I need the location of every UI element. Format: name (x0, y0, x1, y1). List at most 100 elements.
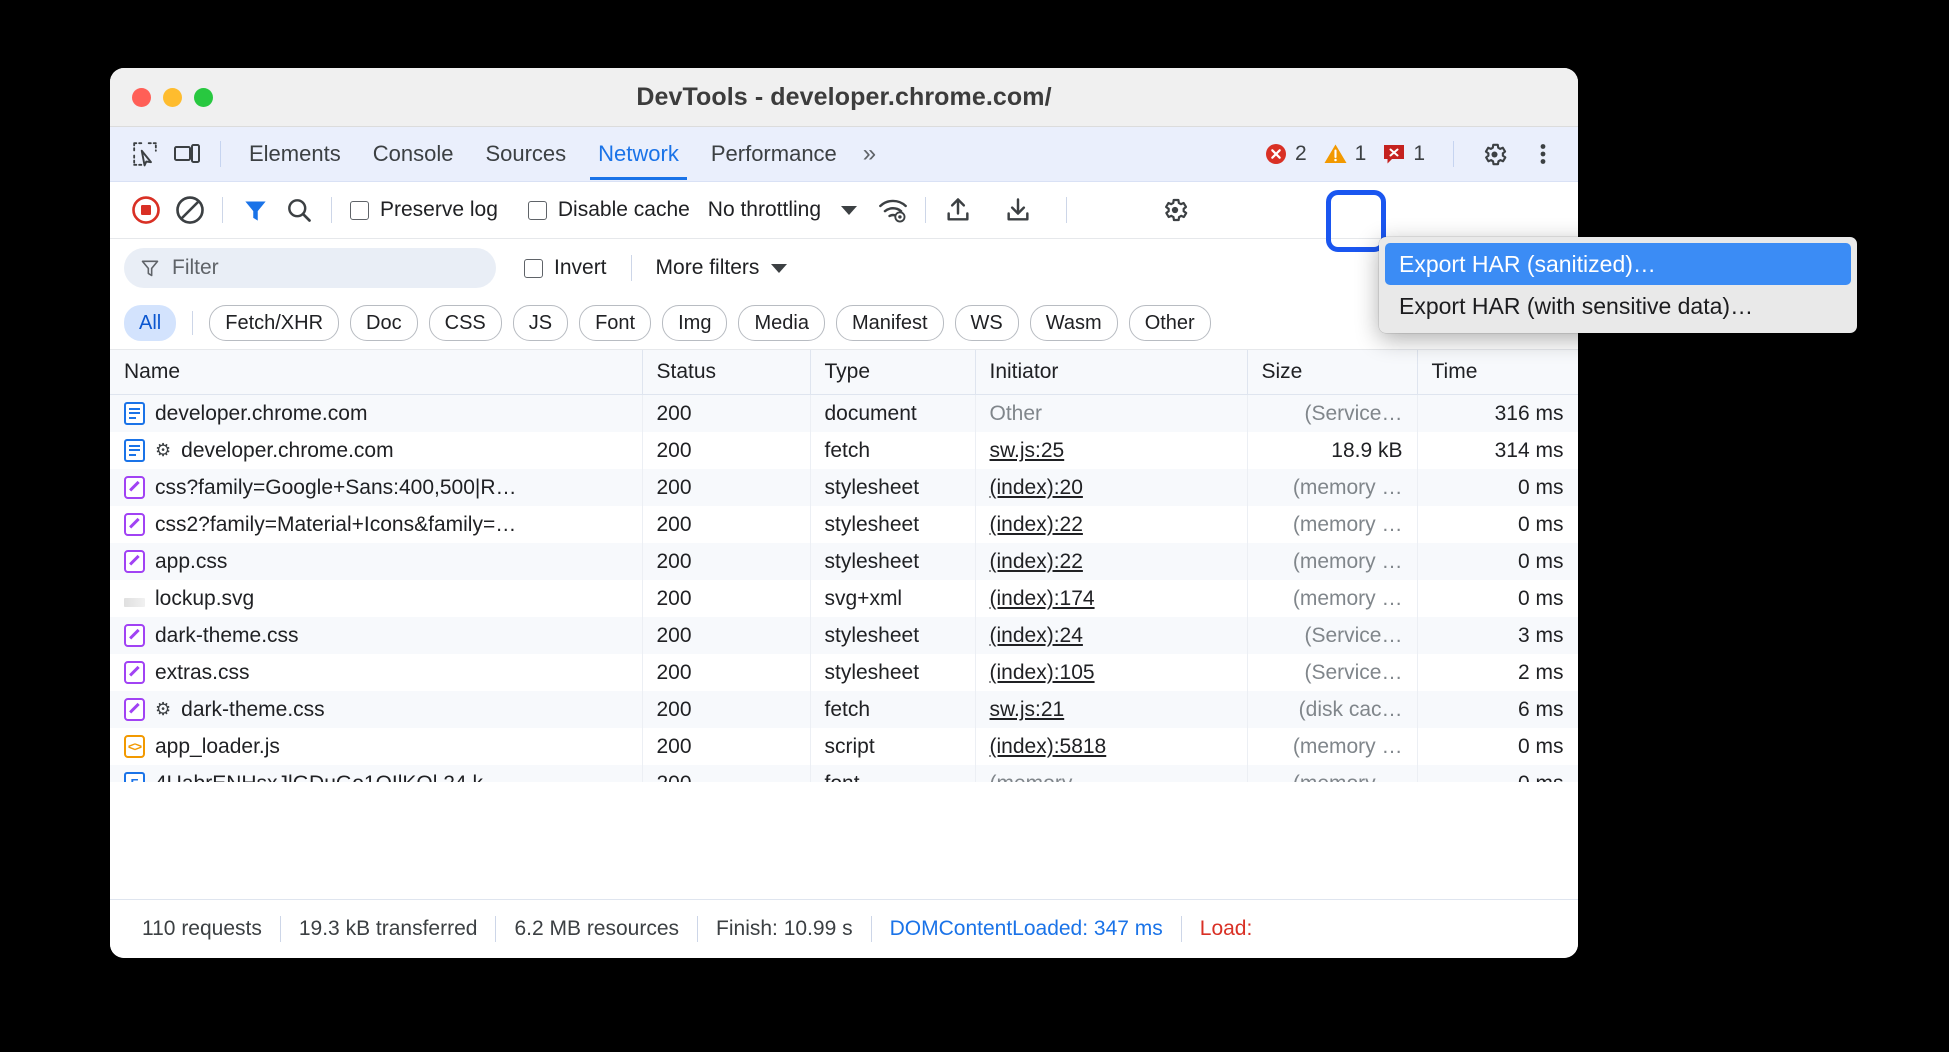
finish-time: Finish: 10.99 s (698, 917, 871, 941)
cell-size: (Service… (1247, 617, 1417, 654)
stylesheet-icon (124, 661, 145, 684)
cell-name[interactable]: lockup.svg (110, 580, 642, 617)
chip-media[interactable]: Media (738, 305, 824, 341)
cell-name[interactable]: app.css (110, 543, 642, 580)
request-name: developer.chrome.com (181, 439, 393, 463)
disable-cache-box[interactable] (528, 201, 547, 220)
cell-initiator[interactable]: sw.js:21 (975, 691, 1247, 728)
cell-name[interactable]: css2?family=Material+Icons&family=… (110, 506, 642, 543)
menu-item-export-har-sanitized[interactable]: Export HAR (sanitized)… (1385, 243, 1851, 285)
table-row[interactable]: app.css200stylesheet(index):22(memory …0… (110, 543, 1578, 580)
cell-initiator[interactable]: (index):105 (975, 654, 1247, 691)
cell-size: (memory … (1247, 469, 1417, 506)
cell-initiator[interactable]: (index):24 (975, 617, 1247, 654)
cell-initiator[interactable]: (index):174 (975, 580, 1247, 617)
invert-checkbox[interactable]: Invert (524, 256, 607, 280)
chip-img[interactable]: Img (662, 305, 727, 341)
cell-name[interactable]: developer.chrome.com (110, 395, 642, 433)
size-value: (memory … (1293, 772, 1403, 783)
cell-time: 2 ms (1417, 654, 1578, 691)
cell-name[interactable]: dark-theme.css (110, 617, 642, 654)
more-tabs-chevron-icon[interactable]: » (853, 140, 884, 168)
chip-ws[interactable]: WS (955, 305, 1019, 341)
kebab-menu-icon[interactable] (1522, 134, 1564, 174)
chip-js[interactable]: JS (513, 305, 568, 341)
column-header-size[interactable]: Size (1247, 350, 1417, 395)
chip-wasm[interactable]: Wasm (1030, 305, 1118, 341)
warning-count[interactable]: 1 (1323, 142, 1367, 166)
chip-doc[interactable]: Doc (350, 305, 418, 341)
column-header-time[interactable]: Time (1417, 350, 1578, 395)
table-row[interactable]: F4UabrENHsxJlGDuGo1OIlKQl.24.k200font(me… (110, 765, 1578, 782)
table-row[interactable]: extras.css200stylesheet(index):105(Servi… (110, 654, 1578, 691)
table-row[interactable]: css?family=Google+Sans:400,500|R…200styl… (110, 469, 1578, 506)
column-header-type[interactable]: Type (810, 350, 975, 395)
cell-size: (Service… (1247, 654, 1417, 691)
tab-network[interactable]: Network (582, 128, 695, 180)
export-har-context-menu: Export HAR (sanitized)… Export HAR (with… (1379, 237, 1857, 333)
chip-manifest[interactable]: Manifest (836, 305, 944, 341)
table-row[interactable]: dark-theme.css200stylesheet(index):24(Se… (110, 617, 1578, 654)
cell-initiator[interactable]: (index):20 (975, 469, 1247, 506)
cell-initiator[interactable]: (index):5818 (975, 728, 1247, 765)
network-requests-table[interactable]: Name Status Type Initiator Size Time dev… (110, 350, 1578, 782)
cell-name[interactable]: F4UabrENHsxJlGDuGo1OIlKQl.24.k (110, 765, 642, 782)
throttling-select-value[interactable]: No throttling (708, 198, 821, 222)
filter-input[interactable]: Filter (124, 248, 496, 288)
cell-name[interactable]: ⚙dark-theme.css (110, 691, 642, 728)
inspect-element-icon[interactable] (124, 134, 166, 174)
column-header-name[interactable]: Name (110, 350, 642, 395)
throttling-chevron-down-icon[interactable] (841, 206, 857, 215)
cell-initiator[interactable]: Other (975, 395, 1247, 433)
chip-css[interactable]: CSS (429, 305, 502, 341)
preserve-log-checkbox[interactable]: Preserve log (350, 198, 498, 222)
cell-initiator[interactable]: (index):22 (975, 543, 1247, 580)
network-settings-gear-icon[interactable] (1153, 188, 1197, 232)
search-icon[interactable] (277, 188, 321, 232)
cell-initiator[interactable]: sw.js:25 (975, 432, 1247, 469)
chip-font[interactable]: Font (579, 305, 651, 341)
size-value: (memory … (1293, 587, 1403, 610)
download-icon[interactable] (996, 188, 1040, 232)
cell-initiator[interactable]: (index):22 (975, 506, 1247, 543)
cell-name[interactable]: ⚙developer.chrome.com (110, 432, 642, 469)
tab-performance[interactable]: Performance (695, 128, 853, 180)
table-row[interactable]: <>app_loader.js200script(index):5818(mem… (110, 728, 1578, 765)
chip-all[interactable]: All (124, 305, 176, 341)
funnel-icon[interactable] (233, 188, 277, 232)
table-row[interactable]: lockup.svg200svg+xml(index):174(memory …… (110, 580, 1578, 617)
table-row[interactable]: developer.chrome.com200documentOther(Ser… (110, 395, 1578, 433)
status-value: 200 (657, 439, 692, 462)
tab-sources[interactable]: Sources (469, 128, 582, 180)
disable-cache-checkbox[interactable]: Disable cache (528, 198, 690, 222)
tab-console[interactable]: Console (357, 128, 470, 180)
upload-icon[interactable] (936, 188, 980, 232)
more-filters-chevron-down-icon[interactable] (771, 264, 787, 273)
table-body: developer.chrome.com200documentOther(Ser… (110, 395, 1578, 783)
table-row[interactable]: ⚙dark-theme.css200fetchsw.js:21(disk cac… (110, 691, 1578, 728)
chip-other[interactable]: Other (1129, 305, 1211, 341)
menu-item-export-har-sensitive[interactable]: Export HAR (with sensitive data)… (1385, 285, 1851, 327)
table-row[interactable]: ⚙developer.chrome.com200fetchsw.js:2518.… (110, 432, 1578, 469)
device-toolbar-icon[interactable] (166, 134, 208, 174)
cell-name[interactable]: css?family=Google+Sans:400,500|R… (110, 469, 642, 506)
tab-elements[interactable]: Elements (233, 128, 357, 180)
record-button[interactable] (124, 188, 168, 232)
preserve-log-box[interactable] (350, 201, 369, 220)
chip-fetch-xhr[interactable]: Fetch/XHR (209, 305, 339, 341)
clear-button[interactable] (168, 188, 212, 232)
wifi-gear-icon[interactable] (871, 188, 915, 232)
invert-box[interactable] (524, 259, 543, 278)
column-header-initiator[interactable]: Initiator (975, 350, 1247, 395)
cell-size: (memory … (1247, 580, 1417, 617)
error-count[interactable]: 2 (1264, 142, 1307, 166)
cell-name[interactable]: extras.css (110, 654, 642, 691)
issues-count[interactable]: 1 (1382, 142, 1425, 166)
cell-initiator[interactable]: (memory (975, 765, 1247, 782)
export-har-highlight-ring (1326, 190, 1386, 252)
column-header-status[interactable]: Status (642, 350, 810, 395)
table-row[interactable]: css2?family=Material+Icons&family=…200st… (110, 506, 1578, 543)
more-filters-dropdown[interactable]: More filters (656, 256, 788, 280)
gear-icon[interactable] (1473, 134, 1515, 174)
cell-name[interactable]: <>app_loader.js (110, 728, 642, 765)
